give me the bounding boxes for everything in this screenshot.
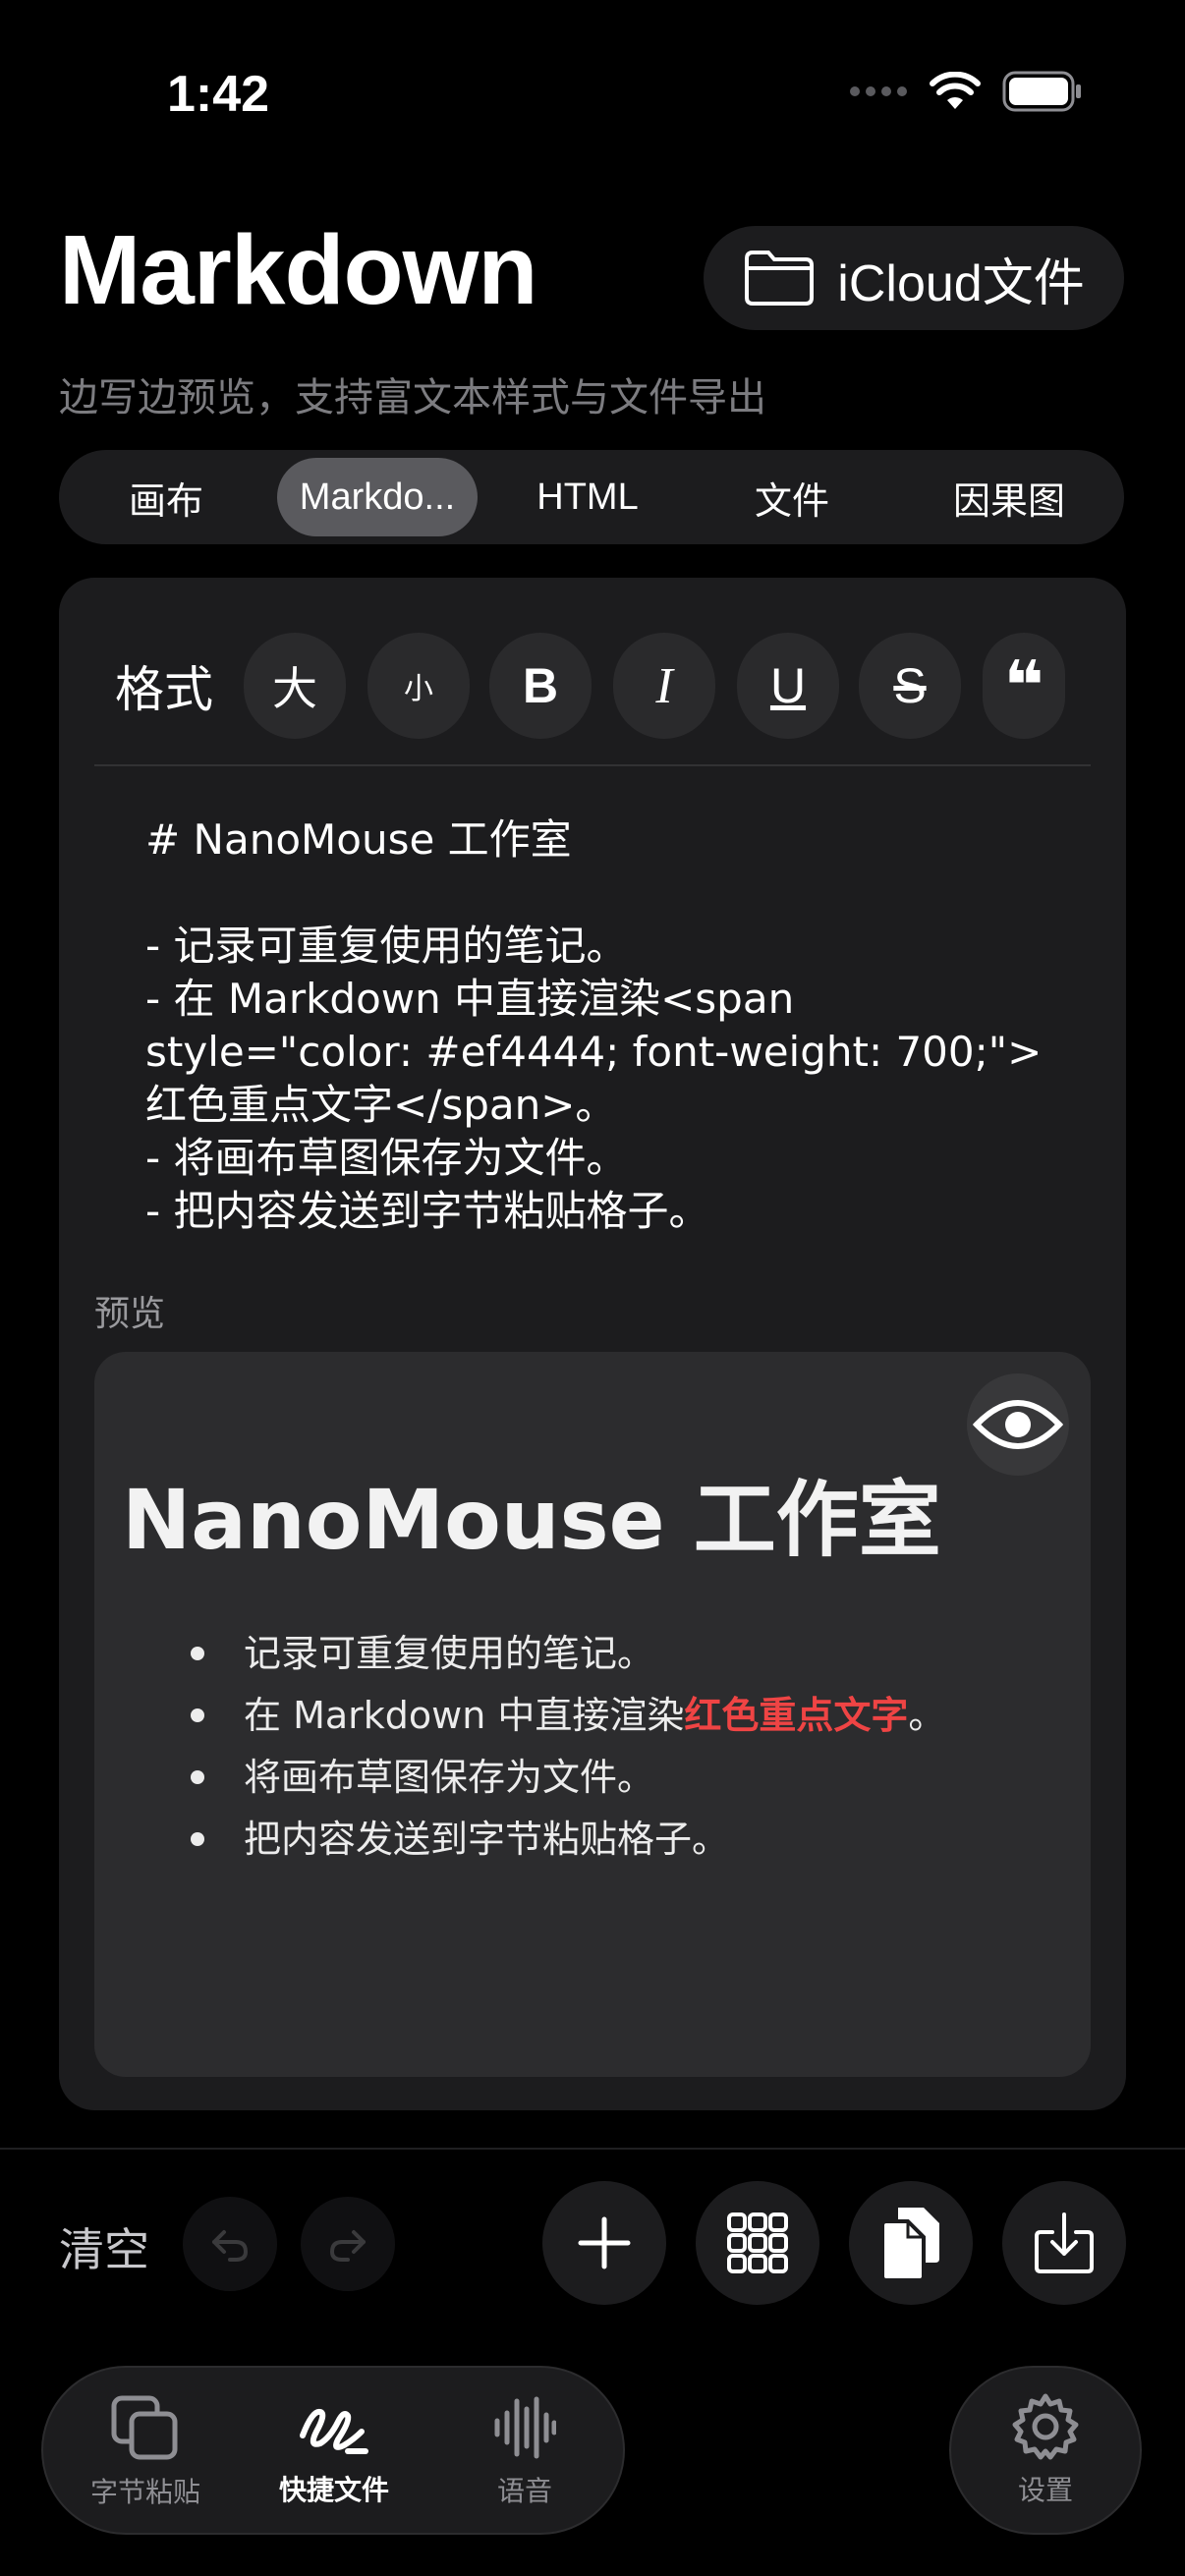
tab-quick-files[interactable]: 快捷文件 bbox=[246, 2368, 423, 2537]
format-button[interactable]: 格式 bbox=[110, 633, 218, 739]
settings-button[interactable]: 设置 bbox=[949, 2366, 1142, 2535]
toolbar-divider bbox=[94, 764, 1091, 766]
tab-files[interactable]: 文件 bbox=[704, 458, 880, 536]
plus-icon bbox=[578, 2216, 631, 2269]
bold-button[interactable]: B bbox=[489, 633, 592, 739]
waveform-icon bbox=[494, 2396, 556, 2459]
clear-button[interactable]: 清空 bbox=[59, 2214, 149, 2279]
tab-causal-graph[interactable]: 因果图 bbox=[916, 458, 1102, 536]
list-item: 记录可重复使用的笔记。 bbox=[94, 1623, 945, 1685]
tab-voice[interactable]: 语音 bbox=[436, 2368, 613, 2537]
folder-icon bbox=[745, 251, 815, 306]
underline-button[interactable]: U bbox=[737, 633, 839, 739]
battery-icon bbox=[1002, 71, 1081, 112]
bottom-tab-bar: 字节粘贴 快捷文件 语音 bbox=[41, 2366, 625, 2535]
preview-bullet-list: 记录可重复使用的笔记。 在 Markdown 中直接渲染红色重点文字。 将画布草… bbox=[94, 1623, 945, 1871]
preview-heading: NanoMouse 工作室 bbox=[122, 1472, 941, 1568]
toggle-preview-button[interactable] bbox=[967, 1373, 1069, 1476]
copy-docs-icon bbox=[880, 2208, 939, 2282]
bottom-divider bbox=[0, 2148, 1185, 2150]
tab-canvas[interactable]: 画布 bbox=[79, 458, 254, 536]
copy-squares-icon bbox=[111, 2395, 178, 2460]
tab-byte-paste-label: 字节粘贴 bbox=[89, 2477, 200, 2507]
markdown-text-editor[interactable]: # NanoMouse 工作室 - 记录可重复使用的笔记。 - 在 Markdo… bbox=[145, 813, 1089, 1238]
icloud-files-button[interactable]: iCloud文件 bbox=[704, 226, 1124, 330]
tab-quick-files-label: 快捷文件 bbox=[278, 2475, 389, 2505]
preview-label: 预览 bbox=[94, 1293, 166, 1333]
status-indicators bbox=[849, 71, 1083, 112]
icloud-files-label: iCloud文件 bbox=[837, 254, 1085, 312]
add-button[interactable] bbox=[542, 2181, 666, 2305]
tab-voice-label: 语音 bbox=[496, 2476, 552, 2506]
eye-icon bbox=[973, 1400, 1063, 1449]
list-item: 把内容发送到字节粘贴格子。 bbox=[94, 1809, 945, 1871]
gear-icon bbox=[1012, 2393, 1079, 2460]
mode-segmented-control: 画布 Markdo... HTML 文件 因果图 bbox=[59, 450, 1124, 544]
page-subtitle: 边写边预览，支持富文本样式与文件导出 bbox=[59, 376, 766, 420]
scribble-icon bbox=[300, 2408, 368, 2454]
page-title: Markdown bbox=[59, 215, 537, 325]
markdown-editor-card: 格式 大 小 B I U S ❝ # NanoMouse 工作室 - 记录可重复… bbox=[59, 578, 1126, 2110]
tab-byte-paste[interactable]: 字节粘贴 bbox=[57, 2368, 234, 2537]
strikethrough-button[interactable]: S bbox=[859, 633, 961, 739]
format-toolbar: 格式 大 小 B I U S ❝ bbox=[94, 633, 1100, 751]
list-item: 在 Markdown 中直接渲染红色重点文字。 bbox=[94, 1685, 945, 1747]
list-item: 将画布草图保存为文件。 bbox=[94, 1747, 945, 1809]
grid-button[interactable] bbox=[696, 2181, 819, 2305]
copy-button[interactable] bbox=[849, 2181, 973, 2305]
redo-button[interactable] bbox=[301, 2197, 395, 2291]
status-time: 1:42 bbox=[167, 66, 270, 123]
grid-icon bbox=[727, 2212, 788, 2273]
redo-icon bbox=[329, 2230, 366, 2262]
highlighted-text: 红色重点文字 bbox=[684, 1694, 909, 1737]
cellular-dots-icon bbox=[850, 86, 907, 96]
download-button[interactable] bbox=[1002, 2181, 1126, 2305]
wifi-icon bbox=[930, 72, 981, 109]
italic-button[interactable]: I bbox=[613, 633, 715, 739]
small-text-button[interactable]: 小 bbox=[367, 633, 470, 739]
quote-button[interactable]: ❝ bbox=[983, 633, 1065, 739]
large-text-button[interactable]: 大 bbox=[244, 633, 346, 739]
tab-html[interactable]: HTML bbox=[499, 458, 676, 536]
undo-button[interactable] bbox=[183, 2197, 277, 2291]
tab-markdown[interactable]: Markdo... bbox=[277, 458, 478, 536]
download-icon bbox=[1035, 2212, 1094, 2273]
undo-icon bbox=[212, 2230, 249, 2262]
settings-label: 设置 bbox=[1017, 2475, 1073, 2505]
markdown-preview: NanoMouse 工作室 记录可重复使用的笔记。 在 Markdown 中直接… bbox=[94, 1352, 1091, 2077]
